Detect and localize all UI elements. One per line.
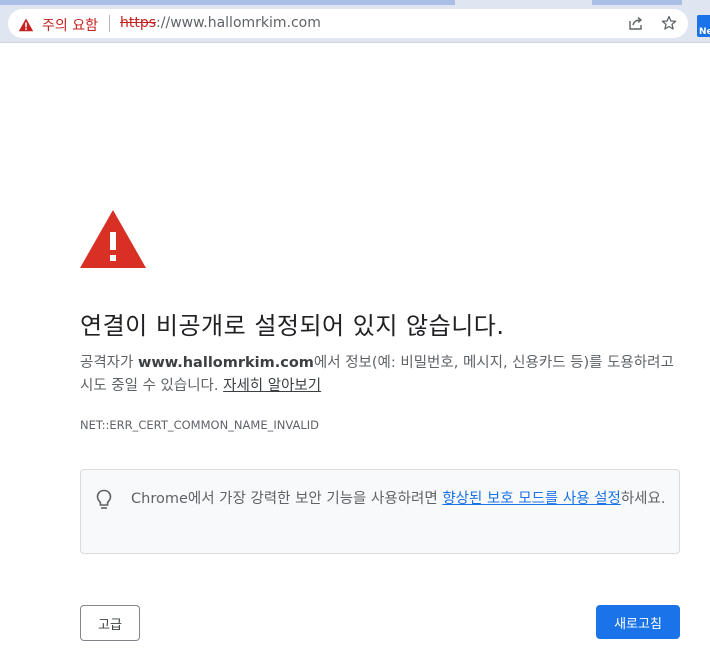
extension-badge-label: Ne <box>697 15 710 37</box>
lightbulb-icon <box>96 489 112 509</box>
warning-triangle-icon <box>80 210 146 268</box>
desc-prefix: 공격자가 <box>80 355 138 371</box>
enhanced-protection-box: Chrome에서 가장 강력한 보안 기능을 사용하려면 향상된 보호 모드를 … <box>80 469 680 554</box>
enhanced-prefix: Chrome에서 가장 강력한 보안 기능을 사용하려면 <box>131 491 443 507</box>
enhanced-suffix: 하세요. <box>620 491 666 507</box>
chip-separator <box>109 15 110 32</box>
extension-button[interactable]: Ne <box>697 15 710 37</box>
url-text[interactable]: https://www.hallomrkim.com <box>120 15 321 31</box>
error-description: 공격자가 www.hallomrkim.com에서 정보(예: 비밀번호, 메시… <box>80 352 680 398</box>
security-chip[interactable]: 주의 요함 <box>18 15 98 35</box>
tab-strip <box>0 0 455 5</box>
reload-button[interactable]: 새로고침 <box>596 605 680 639</box>
share-button[interactable] <box>626 13 646 33</box>
share-icon <box>629 16 643 30</box>
url-scheme: https <box>120 15 157 31</box>
page-title: 연결이 비공개로 설정되어 있지 않습니다. <box>80 312 505 340</box>
warning-triangle-icon <box>18 18 34 32</box>
tab-strip-right <box>592 0 682 5</box>
security-chip-label: 주의 요함 <box>42 18 98 34</box>
address-bar[interactable]: 주의 요함 https://www.hallomrkim.com <box>8 9 688 38</box>
enhanced-protection-link[interactable]: 향상된 보호 모드를 사용 설정 <box>442 491 621 507</box>
error-code[interactable]: NET::ERR_CERT_COMMON_NAME_INVALID <box>80 418 319 432</box>
enhanced-protection-text: Chrome에서 가장 강력한 보안 기능을 사용하려면 향상된 보호 모드를 … <box>131 488 671 511</box>
advanced-button[interactable]: 고급 <box>80 605 140 641</box>
star-icon <box>661 15 677 30</box>
learn-more-link[interactable]: 자세히 알아보기 <box>223 378 321 394</box>
desc-domain: www.hallomrkim.com <box>137 355 314 371</box>
bookmark-button[interactable] <box>659 13 679 33</box>
browser-toolbar: 주의 요함 https://www.hallomrkim.com Ne <box>0 0 710 43</box>
url-host: ://www.hallomrkim.com <box>156 15 321 31</box>
